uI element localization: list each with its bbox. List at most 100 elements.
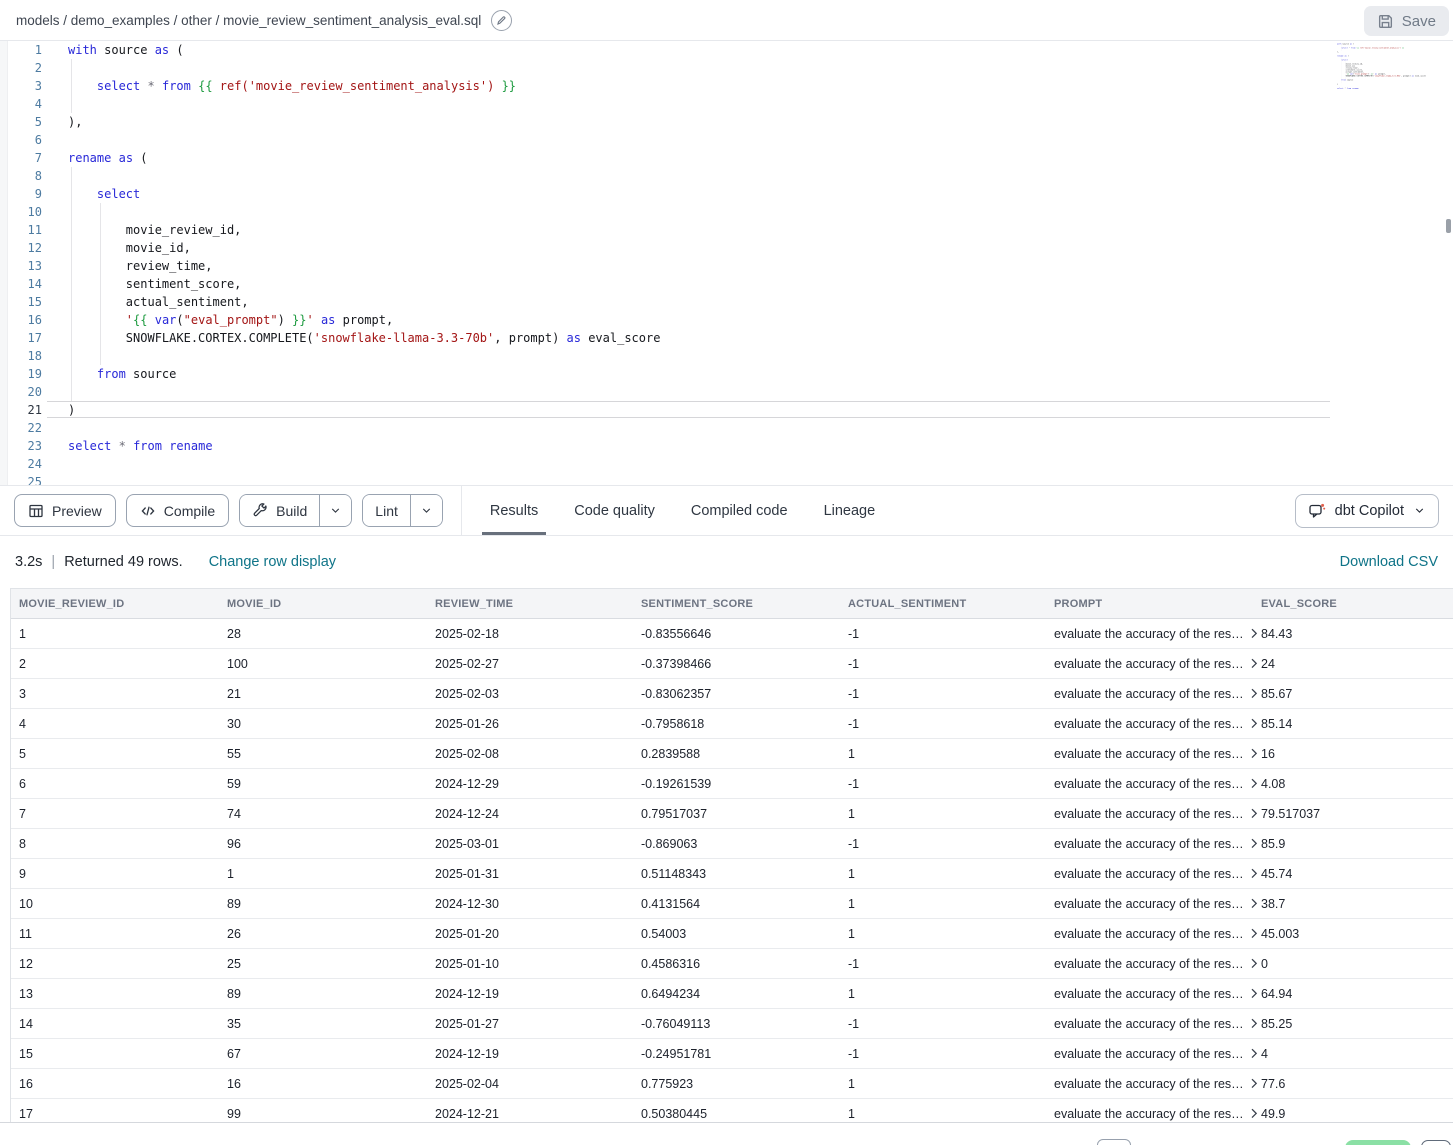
tab-compiled-code[interactable]: Compiled code — [689, 486, 790, 535]
sql-editor[interactable]: 1with source as (23 select * from {{ ref… — [0, 41, 1453, 486]
code-line[interactable]: 1with source as ( — [0, 41, 1453, 59]
code-line[interactable]: 15 actual_sentiment, — [0, 293, 1453, 311]
expand-prompt-chevron-icon[interactable] — [1250, 958, 1259, 969]
cell-prompt: evaluate the accuracy of the res… — [1054, 1107, 1261, 1121]
expand-prompt-chevron-icon[interactable] — [1250, 808, 1259, 819]
code-line[interactable]: 9 select — [0, 185, 1453, 203]
cell-movie-id: 26 — [227, 927, 435, 941]
cell-prompt: evaluate the accuracy of the res… — [1054, 717, 1261, 731]
cell-eval-score: 16 — [1261, 747, 1453, 761]
table-row: 21002025-02-27-0.37398466-1evaluate the … — [11, 649, 1453, 679]
prompt-preview-text: evaluate the accuracy of the res… — [1054, 807, 1244, 821]
cell-actual-sentiment: 1 — [848, 1107, 1054, 1121]
code-line[interactable]: 3 select * from {{ ref('movie_review_sen… — [0, 77, 1453, 95]
code-line[interactable]: 13 review_time, — [0, 257, 1453, 275]
bottom-partial-outline-button[interactable] — [1421, 1140, 1451, 1145]
code-line[interactable]: 25 — [0, 473, 1453, 486]
line-number: 2 — [0, 59, 42, 77]
indent-guide — [71, 311, 72, 329]
line-number: 20 — [0, 383, 42, 401]
code-line[interactable]: 20 — [0, 383, 1453, 401]
expand-prompt-chevron-icon[interactable] — [1250, 898, 1259, 909]
indent-guide — [100, 311, 101, 329]
code-line[interactable]: 5), — [0, 113, 1453, 131]
expand-prompt-chevron-icon[interactable] — [1250, 1018, 1259, 1029]
lint-dropdown-button[interactable] — [410, 495, 442, 526]
code-line[interactable]: 14 sentiment_score, — [0, 275, 1453, 293]
expand-prompt-chevron-icon[interactable] — [1250, 688, 1259, 699]
bottom-bar — [0, 1122, 1453, 1145]
expand-prompt-chevron-icon[interactable] — [1250, 1108, 1259, 1119]
line-number: 10 — [0, 203, 42, 221]
file-header-bar: models / demo_examples / other / movie_r… — [0, 0, 1453, 41]
cell-sentiment-score: -0.7958618 — [641, 717, 848, 731]
expand-prompt-chevron-icon[interactable] — [1250, 778, 1259, 789]
edit-mode-icon[interactable] — [491, 10, 512, 31]
code-line[interactable]: 11 movie_review_id, — [0, 221, 1453, 239]
bottom-status-pill[interactable] — [1345, 1140, 1411, 1145]
expand-prompt-chevron-icon[interactable] — [1250, 718, 1259, 729]
code-line[interactable]: 24 — [0, 455, 1453, 473]
code-line[interactable]: 16 '{{ var("eval_prompt") }}' as prompt, — [0, 311, 1453, 329]
expand-prompt-chevron-icon[interactable] — [1250, 1078, 1259, 1089]
wrench-icon — [252, 503, 268, 519]
expand-prompt-chevron-icon[interactable] — [1250, 838, 1259, 849]
cell-prompt: evaluate the accuracy of the res… — [1054, 897, 1261, 911]
cell-actual-sentiment: -1 — [848, 1047, 1054, 1061]
editor-scrollbar-thumb[interactable] — [1446, 219, 1451, 233]
build-button[interactable]: Build — [240, 495, 319, 526]
code-line[interactable]: 2 — [0, 59, 1453, 77]
expand-prompt-chevron-icon[interactable] — [1250, 988, 1259, 999]
cell-review-time: 2025-02-27 — [435, 657, 641, 671]
status-divider: | — [51, 554, 55, 570]
build-dropdown-button[interactable] — [319, 495, 351, 526]
line-number: 11 — [0, 221, 42, 239]
compile-button[interactable]: Compile — [126, 494, 229, 527]
line-number: 12 — [0, 239, 42, 257]
cell-eval-score: 64.94 — [1261, 987, 1453, 1001]
code-line[interactable]: 22 — [0, 419, 1453, 437]
change-row-display-link[interactable]: Change row display — [209, 554, 336, 570]
preview-button[interactable]: Preview — [14, 494, 116, 527]
code-line[interactable]: 12 movie_id, — [0, 239, 1453, 257]
code-line[interactable]: 6 — [0, 131, 1453, 149]
table-row: 7742024-12-240.795170371evaluate the acc… — [11, 799, 1453, 829]
code-line[interactable]: 18 — [0, 347, 1453, 365]
code-line[interactable]: 17 SNOWFLAKE.CORTEX.COMPLETE('snowflake-… — [0, 329, 1453, 347]
cell-review-time: 2024-12-19 — [435, 1047, 641, 1061]
save-button[interactable]: Save — [1364, 6, 1449, 36]
tab-code-quality[interactable]: Code quality — [572, 486, 657, 535]
cell-sentiment-score: -0.19261539 — [641, 777, 848, 791]
code-line[interactable]: 8 — [0, 167, 1453, 185]
column-header-movie-id: MOVIE_ID — [227, 598, 435, 610]
expand-prompt-chevron-icon[interactable] — [1250, 658, 1259, 669]
line-number: 3 — [0, 77, 42, 95]
prompt-preview-text: evaluate the accuracy of the res… — [1054, 627, 1244, 641]
cell-eval-score: 85.67 — [1261, 687, 1453, 701]
expand-prompt-chevron-icon[interactable] — [1250, 928, 1259, 939]
cell-eval-score: 45.74 — [1261, 867, 1453, 881]
code-line[interactable]: 23select * from rename — [0, 437, 1453, 455]
code-lines: 1with source as (23 select * from {{ ref… — [1337, 43, 1351, 93]
cell-review-time: 2025-01-10 — [435, 957, 641, 971]
code-line[interactable]: 4 — [0, 95, 1453, 113]
cell-prompt: evaluate the accuracy of the res… — [1054, 627, 1261, 641]
tab-results[interactable]: Results — [488, 486, 540, 535]
expand-prompt-chevron-icon[interactable] — [1250, 748, 1259, 759]
code-line[interactable]: 19 from source — [0, 365, 1453, 383]
cell-movie-id: 28 — [227, 627, 435, 641]
expand-prompt-chevron-icon[interactable] — [1250, 628, 1259, 639]
code-line[interactable]: 21) — [0, 401, 1453, 419]
editor-minimap[interactable]: 1with source as (23 select * from {{ ref… — [1337, 43, 1429, 101]
expand-prompt-chevron-icon[interactable] — [1250, 1048, 1259, 1059]
tab-lineage[interactable]: Lineage — [822, 486, 878, 535]
lint-button[interactable]: Lint — [363, 495, 410, 526]
dbt-copilot-button[interactable]: dbt Copilot — [1295, 494, 1439, 528]
code-line[interactable]: 7rename as ( — [0, 149, 1453, 167]
download-csv-link[interactable]: Download CSV — [1340, 554, 1438, 570]
code-line[interactable]: 10 — [0, 203, 1453, 221]
breadcrumb[interactable]: models / demo_examples / other / movie_r… — [16, 13, 481, 28]
expand-prompt-chevron-icon[interactable] — [1250, 868, 1259, 879]
chat-sparkle-icon — [1308, 502, 1326, 520]
bottom-partial-button[interactable] — [1097, 1139, 1131, 1145]
